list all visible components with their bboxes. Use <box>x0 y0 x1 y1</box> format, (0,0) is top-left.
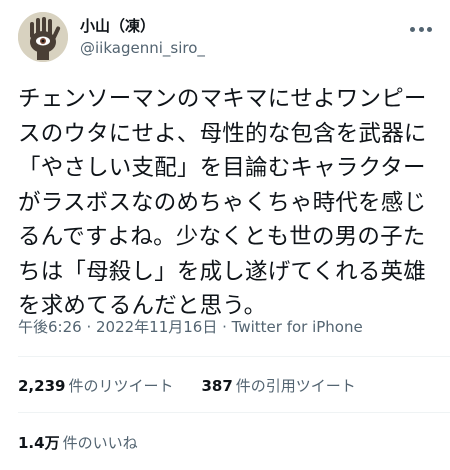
source-label[interactable]: Twitter for iPhone <box>232 318 363 336</box>
retweets-count: 2,239 <box>18 377 66 395</box>
author-names: 小山（凍） @iikagenni_siro_ <box>80 16 205 58</box>
handle[interactable]: @iikagenni_siro_ <box>80 38 205 58</box>
tweet-text: チェンソーマンのマキマにせよワンピースのウタにせよ、母性的な包含を武器に「やさし… <box>18 86 427 319</box>
tweet-meta: 午後6:26 · 2022年11月16日 · Twitter for iPhon… <box>18 317 363 337</box>
quotes-label: 件の引用ツイート <box>235 377 356 395</box>
quotes-count: 387 <box>201 377 233 395</box>
display-name[interactable]: 小山（凍） <box>80 16 205 36</box>
dot <box>410 26 415 32</box>
meta-separator: · <box>217 318 232 336</box>
more-options-icon[interactable] <box>410 24 432 34</box>
likes-label: 件のいいね <box>62 434 138 452</box>
likes-stat[interactable]: 1.4万 件のいいね <box>18 433 138 453</box>
quotes-stat[interactable]: 387 件の引用ツイート <box>201 376 355 396</box>
likes-count: 1.4万 <box>18 434 60 452</box>
tweet-header: 小山（凍） @iikagenni_siro_ <box>18 12 205 62</box>
avatar[interactable] <box>18 12 68 62</box>
tweet: 小山（凍） @iikagenni_siro_ チェンソーマンのマキマにせよワンピ… <box>0 0 450 470</box>
dot <box>418 26 424 32</box>
engagement-stats: 2,239 件のリツイート 387 件の引用ツイート <box>18 376 384 396</box>
timestamp[interactable]: 午後6:26 · 2022年11月16日 <box>18 318 217 336</box>
dot <box>427 26 432 32</box>
divider <box>18 412 450 413</box>
retweets-label: 件のリツイート <box>68 377 174 395</box>
divider <box>18 356 450 357</box>
hand-eye-avatar-icon <box>18 12 68 62</box>
retweets-stat[interactable]: 2,239 件のリツイート <box>18 376 173 396</box>
